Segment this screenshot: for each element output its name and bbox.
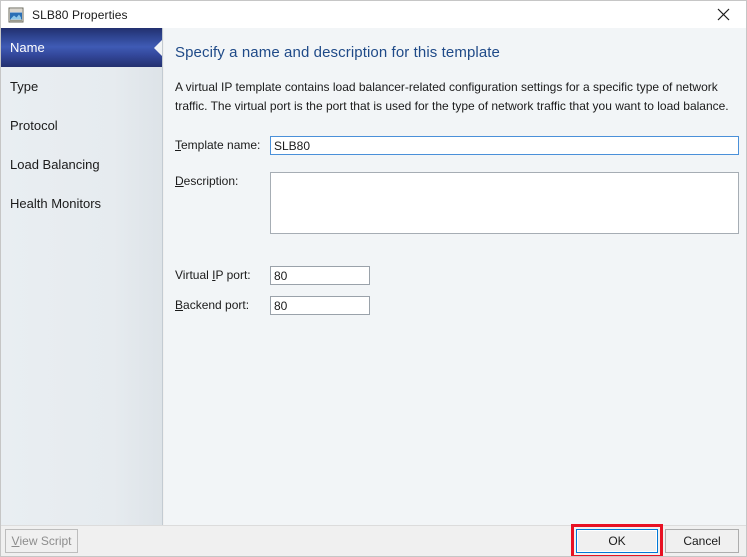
form-row-template-name: Template name: — [175, 136, 740, 155]
sidebar-item-label: Name — [10, 40, 45, 55]
form-row-virtual-ip-port: Virtual IP port: — [175, 266, 740, 285]
content-pane: Specify a name and description for this … — [164, 28, 746, 527]
sidebar: Name Type Protocol Load Balancing Health… — [1, 28, 163, 527]
backend-port-input[interactable] — [270, 296, 370, 315]
description-label: Description: — [175, 174, 239, 188]
sidebar-item-protocol[interactable]: Protocol — [1, 106, 162, 145]
properties-form: Template name: Description: Virtual IP p… — [175, 136, 740, 315]
template-name-input[interactable] — [270, 136, 739, 155]
form-row-backend-port: Backend port: — [175, 296, 740, 315]
accel-key: B — [175, 298, 184, 312]
cancel-button[interactable]: Cancel — [665, 529, 739, 553]
form-row-description: Description: — [175, 172, 740, 234]
selected-arrow-icon — [154, 38, 162, 57]
page-title: Specify a name and description for this … — [175, 44, 500, 61]
sidebar-item-label: Type — [10, 79, 39, 94]
window-title: SLB80 Properties — [32, 7, 128, 22]
description-textarea[interactable] — [270, 172, 739, 234]
ok-button[interactable]: OK — [576, 529, 658, 553]
title-bar: SLB80 Properties — [1, 1, 746, 28]
template-properties-icon — [8, 7, 24, 23]
accel-key: V — [11, 534, 20, 548]
close-icon[interactable] — [701, 1, 746, 28]
sidebar-item-load-balancing[interactable]: Load Balancing — [1, 145, 162, 184]
footer-bar: View Script OK Cancel — [1, 524, 746, 556]
sidebar-item-name[interactable]: Name — [1, 28, 162, 67]
sidebar-item-health-monitors[interactable]: Health Monitors — [1, 184, 162, 223]
accel-key: D — [175, 174, 184, 188]
sidebar-item-label: Load Balancing — [10, 157, 100, 172]
virtual-ip-port-label: Virtual IP port: — [175, 268, 251, 282]
sidebar-item-label: Protocol — [10, 118, 58, 133]
page-description: A virtual IP template contains load bala… — [175, 80, 729, 113]
sidebar-item-type[interactable]: Type — [1, 67, 162, 106]
virtual-ip-port-input[interactable] — [270, 266, 370, 285]
backend-port-label: Backend port: — [175, 298, 250, 312]
template-name-label: Template name: — [175, 138, 261, 152]
sidebar-item-label: Health Monitors — [10, 196, 102, 211]
view-script-button[interactable]: View Script — [5, 529, 78, 553]
properties-dialog-window: SLB80 Properties Name Type Protocol Load… — [0, 0, 747, 557]
